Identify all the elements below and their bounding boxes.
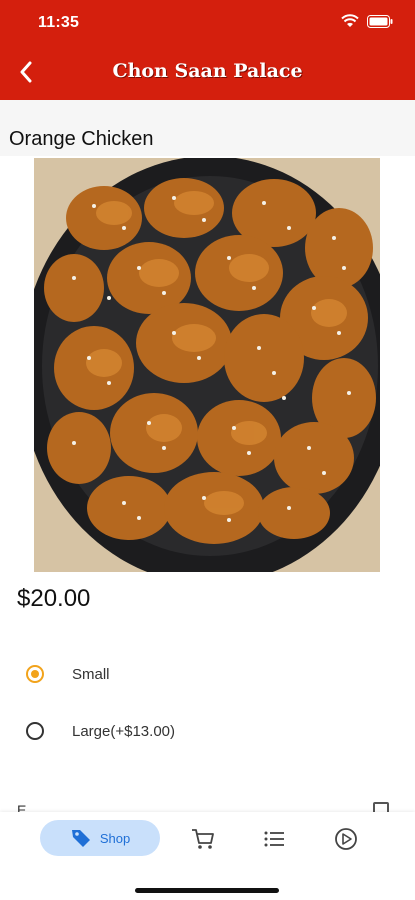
tab-bar: Shop bbox=[0, 812, 415, 900]
tab-play[interactable] bbox=[333, 826, 359, 852]
play-icon bbox=[335, 828, 357, 850]
tab-shop-label: Shop bbox=[99, 830, 131, 846]
tab-list[interactable] bbox=[262, 826, 288, 852]
option-large[interactable]: Large(+$13.00) bbox=[26, 717, 175, 745]
tag-icon bbox=[71, 830, 90, 847]
item-title: Orange Chicken bbox=[9, 128, 154, 150]
item-photo bbox=[34, 158, 380, 572]
food-image bbox=[34, 158, 380, 572]
tab-shop[interactable]: Shop bbox=[40, 820, 160, 856]
status-icons bbox=[341, 14, 393, 28]
item-price: $20.00 bbox=[17, 585, 91, 612]
status-bar: 11:35 bbox=[0, 0, 415, 44]
status-time: 11:35 bbox=[38, 14, 80, 31]
home-indicator bbox=[135, 888, 279, 893]
option-label: Large(+$13.00) bbox=[72, 722, 175, 740]
radio-unselected[interactable] bbox=[26, 722, 44, 740]
radio-selected[interactable] bbox=[26, 665, 44, 683]
wifi-icon bbox=[341, 14, 359, 27]
item-title-row: Orange Chicken bbox=[0, 100, 415, 156]
option-label: Small bbox=[72, 665, 110, 683]
app-title: Chon Saan Palace bbox=[112, 60, 303, 82]
list-icon bbox=[264, 831, 284, 847]
option-small[interactable]: Small bbox=[26, 660, 110, 688]
nav-bar: Chon Saan Palace bbox=[0, 44, 415, 100]
cart-icon bbox=[192, 829, 214, 849]
tab-cart[interactable] bbox=[190, 826, 216, 852]
battery-icon bbox=[367, 14, 393, 28]
